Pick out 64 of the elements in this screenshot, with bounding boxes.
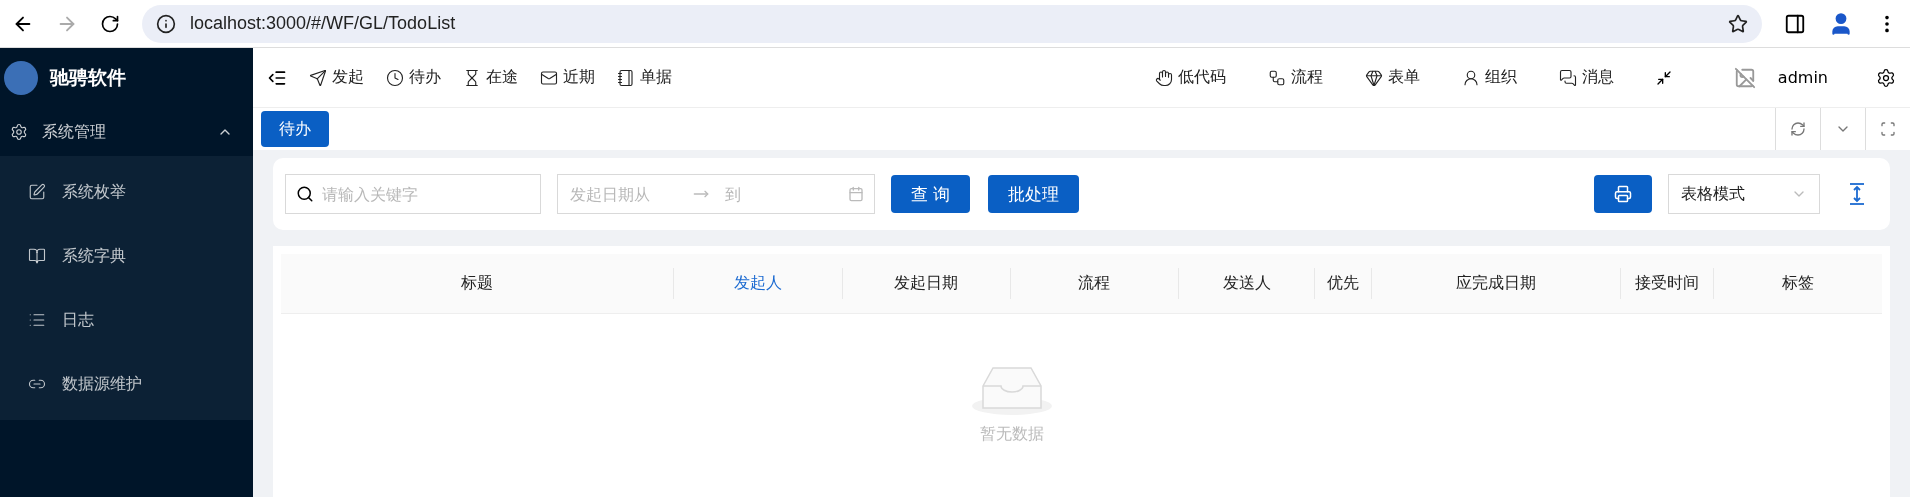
- menu-item[interactable]: 日志: [0, 288, 253, 352]
- calendar-icon: [848, 186, 864, 202]
- side-panel-icon[interactable]: [1784, 12, 1806, 35]
- flowchart-icon: [1267, 68, 1286, 87]
- column-header[interactable]: 发起人: [672, 268, 842, 299]
- chat-icon: [1558, 68, 1577, 87]
- printer-icon: [1614, 185, 1632, 203]
- hand-icon: [1154, 68, 1173, 87]
- nav-item[interactable]: 发起: [309, 67, 364, 88]
- pencil-square-icon: [28, 183, 46, 201]
- diamond-icon: [1364, 68, 1383, 87]
- nav-item[interactable]: 在途: [463, 67, 518, 88]
- action-button[interactable]: 查 询: [891, 175, 971, 213]
- column-header[interactable]: 发送人: [1178, 268, 1315, 299]
- book-icon: [28, 247, 46, 265]
- info-icon[interactable]: [156, 13, 176, 34]
- view-mode-select[interactable]: 表格模式: [1668, 174, 1820, 214]
- nav-item[interactable]: 单据: [617, 67, 672, 88]
- menu-item[interactable]: 系统字典: [0, 224, 253, 288]
- hourglass-icon: [463, 68, 481, 87]
- nav-item[interactable]: 待办: [386, 67, 441, 88]
- empty-inbox-icon: [970, 364, 1053, 416]
- date-range-field[interactable]: 发起日期从 到: [557, 174, 875, 214]
- user-name[interactable]: admin: [1777, 68, 1828, 87]
- clock-icon: [386, 68, 404, 87]
- column-header[interactable]: 接受时间: [1620, 268, 1714, 299]
- user-icon: [1461, 68, 1480, 87]
- empty-text: 暂无数据: [979, 424, 1044, 445]
- list-icon: [28, 311, 46, 329]
- logo-icon: [4, 61, 38, 95]
- menu-group[interactable]: 系统管理: [0, 108, 253, 156]
- nav-item[interactable]: 组织: [1461, 67, 1517, 88]
- search-field[interactable]: 请输入关键字: [285, 174, 541, 214]
- print-button[interactable]: [1594, 175, 1652, 213]
- column-header[interactable]: 标签: [1713, 268, 1882, 299]
- url-text: localhost:3000/#/WF/GL/TodoList: [190, 13, 456, 34]
- refresh-icon[interactable]: [1790, 121, 1806, 137]
- column-header[interactable]: 流程: [1009, 268, 1179, 299]
- nav-item[interactable]: 近期: [540, 67, 595, 88]
- column-header[interactable]: 发起日期: [841, 268, 1010, 299]
- search-icon: [296, 185, 314, 203]
- settings-icon[interactable]: [1876, 67, 1896, 88]
- column-header[interactable]: 应完成日期: [1371, 268, 1621, 299]
- brand-name: 驰骋软件: [50, 65, 126, 90]
- nav-item[interactable]: 表单: [1364, 67, 1420, 88]
- column-header[interactable]: 标题: [281, 268, 673, 299]
- menu-group-label: 系统管理: [42, 121, 106, 143]
- fullscreen-icon[interactable]: [1655, 69, 1672, 86]
- star-icon[interactable]: [1728, 13, 1748, 34]
- nav-item[interactable]: 消息: [1558, 67, 1614, 88]
- broken-image-icon: [1733, 66, 1756, 89]
- paper-plane-icon: [309, 68, 327, 87]
- tab[interactable]: 待办: [261, 111, 329, 147]
- envelope-icon: [540, 68, 558, 87]
- action-button[interactable]: 批处理: [988, 175, 1080, 213]
- nav-item[interactable]: 流程: [1267, 67, 1323, 88]
- settings-icon: [10, 123, 28, 141]
- nav-item[interactable]: 低代码: [1154, 67, 1226, 88]
- reload-icon[interactable]: [100, 13, 120, 34]
- address-bar[interactable]: localhost:3000/#/WF/GL/TodoList: [142, 4, 1762, 43]
- column-header[interactable]: 优先: [1314, 268, 1372, 299]
- menu-item[interactable]: 系统枚举: [0, 160, 253, 224]
- notebook-icon: [617, 68, 635, 87]
- menu-item[interactable]: 数据源维护: [0, 352, 253, 416]
